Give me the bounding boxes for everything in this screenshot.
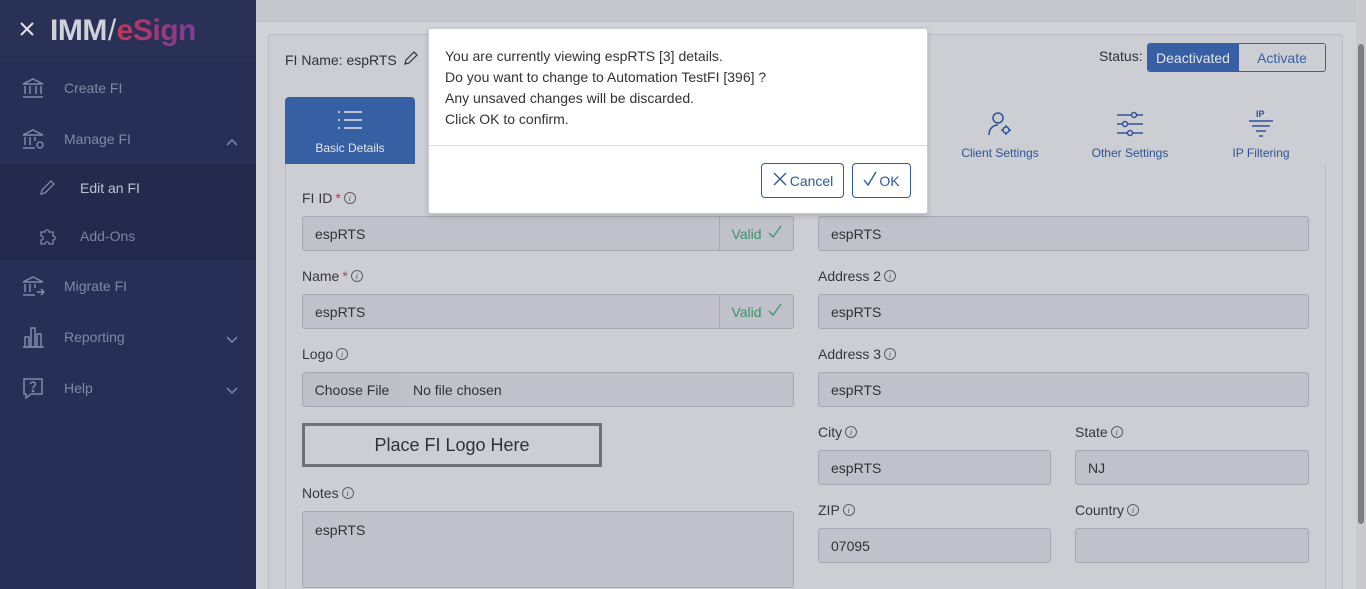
ok-button[interactable]: OK bbox=[852, 163, 911, 198]
dialog-line: Any unsaved changes will be discarded. bbox=[445, 90, 695, 106]
cancel-button[interactable]: Cancel bbox=[761, 163, 844, 198]
ok-label: OK bbox=[879, 172, 900, 189]
confirm-dialog: You are currently viewing espRTS [3] det… bbox=[428, 28, 928, 214]
close-icon bbox=[772, 171, 788, 190]
checkmark-icon bbox=[863, 171, 877, 190]
dialog-line: You are currently viewing espRTS [3] det… bbox=[445, 48, 723, 64]
dialog-line: Click OK to confirm. bbox=[445, 111, 569, 127]
dialog-message: You are currently viewing espRTS [3] det… bbox=[429, 29, 927, 146]
dialog-line: Do you want to change to Automation Test… bbox=[445, 69, 767, 85]
cancel-label: Cancel bbox=[789, 172, 834, 189]
